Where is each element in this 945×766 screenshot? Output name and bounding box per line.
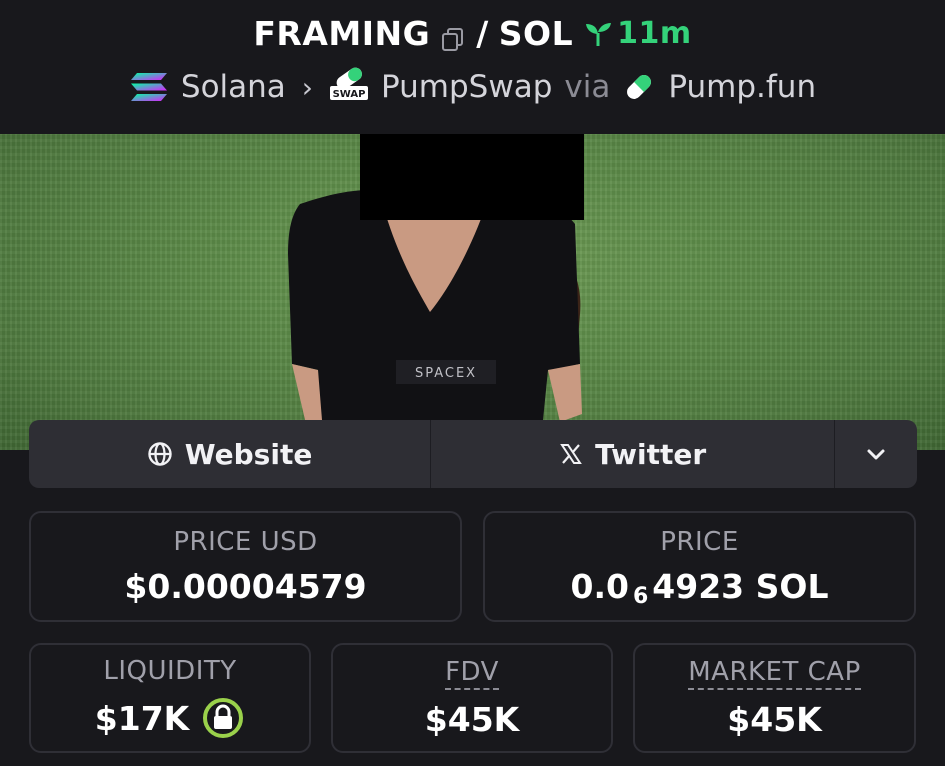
liquidity-value: $17K [94,698,190,738]
fdv-card: FDV $45K [331,643,613,753]
price-usd-label: PRICE USD [173,527,318,557]
pumpswap-icon: SWAP [329,64,369,110]
censor-bar [360,134,584,220]
sprout-icon [586,22,612,46]
globe-icon [148,442,172,466]
dex-link[interactable]: PumpSwap [381,69,552,105]
lock-icon[interactable] [201,696,245,740]
twitter-button[interactable]: Twitter [431,420,836,488]
chevron-down-icon [867,449,885,460]
fdv-value: $45K [424,700,520,739]
chevron-right-icon: › [301,70,313,104]
more-links-button[interactable] [835,420,917,488]
quote-symbol: SOL [498,14,574,53]
price-native-label: PRICE [660,527,739,557]
twitter-label: Twitter [595,437,707,471]
market-cap-card: MARKET CAP $45K [633,643,916,753]
pair-source: Solana › SWAP PumpSwap via Pump.fun [0,64,945,110]
copy-icon[interactable] [440,21,466,51]
pill-icon [627,75,652,99]
price-zero-count: 6 [632,584,649,609]
website-label: Website [184,437,313,471]
via-label: via [564,69,611,105]
dex-badge-text: SWAP [333,89,366,100]
liquidity-card: LIQUIDITY $17K [29,643,311,753]
chain-link[interactable]: Solana [181,69,286,105]
price-prefix: 0.0 [570,567,629,606]
token-symbol: FRAMING [253,14,431,53]
age-text: 11m [617,16,692,51]
solana-icon [130,73,167,101]
price-native-card: PRICE 0.0 6 4923 SOL [483,511,916,622]
shirt-logo-text: SPACEX [415,366,477,381]
launchpad-link[interactable]: Pump.fun [668,69,816,105]
pair-separator: / [476,14,489,53]
x-icon [560,444,582,464]
pair-title: FRAMING / SOL 11m [0,14,945,53]
social-links-bar: Website Twitter [29,420,917,488]
market-cap-label[interactable]: MARKET CAP [688,657,861,690]
pair-header: FRAMING / SOL 11m Solana › SWAP PumpSwap… [0,0,945,134]
price-usd-value: $0.00004579 [124,567,367,606]
token-banner: SPACEX [0,134,945,450]
website-button[interactable]: Website [29,420,432,488]
price-suffix: 4923 SOL [652,567,829,606]
liquidity-label: LIQUIDITY [103,656,237,686]
price-usd-card: PRICE USD $0.00004579 [29,511,462,622]
market-cap-value: $45K [727,700,822,739]
pair-age: 11m [583,16,692,51]
fdv-label[interactable]: FDV [445,657,499,690]
price-native-value: 0.0 6 4923 SOL [570,567,829,609]
